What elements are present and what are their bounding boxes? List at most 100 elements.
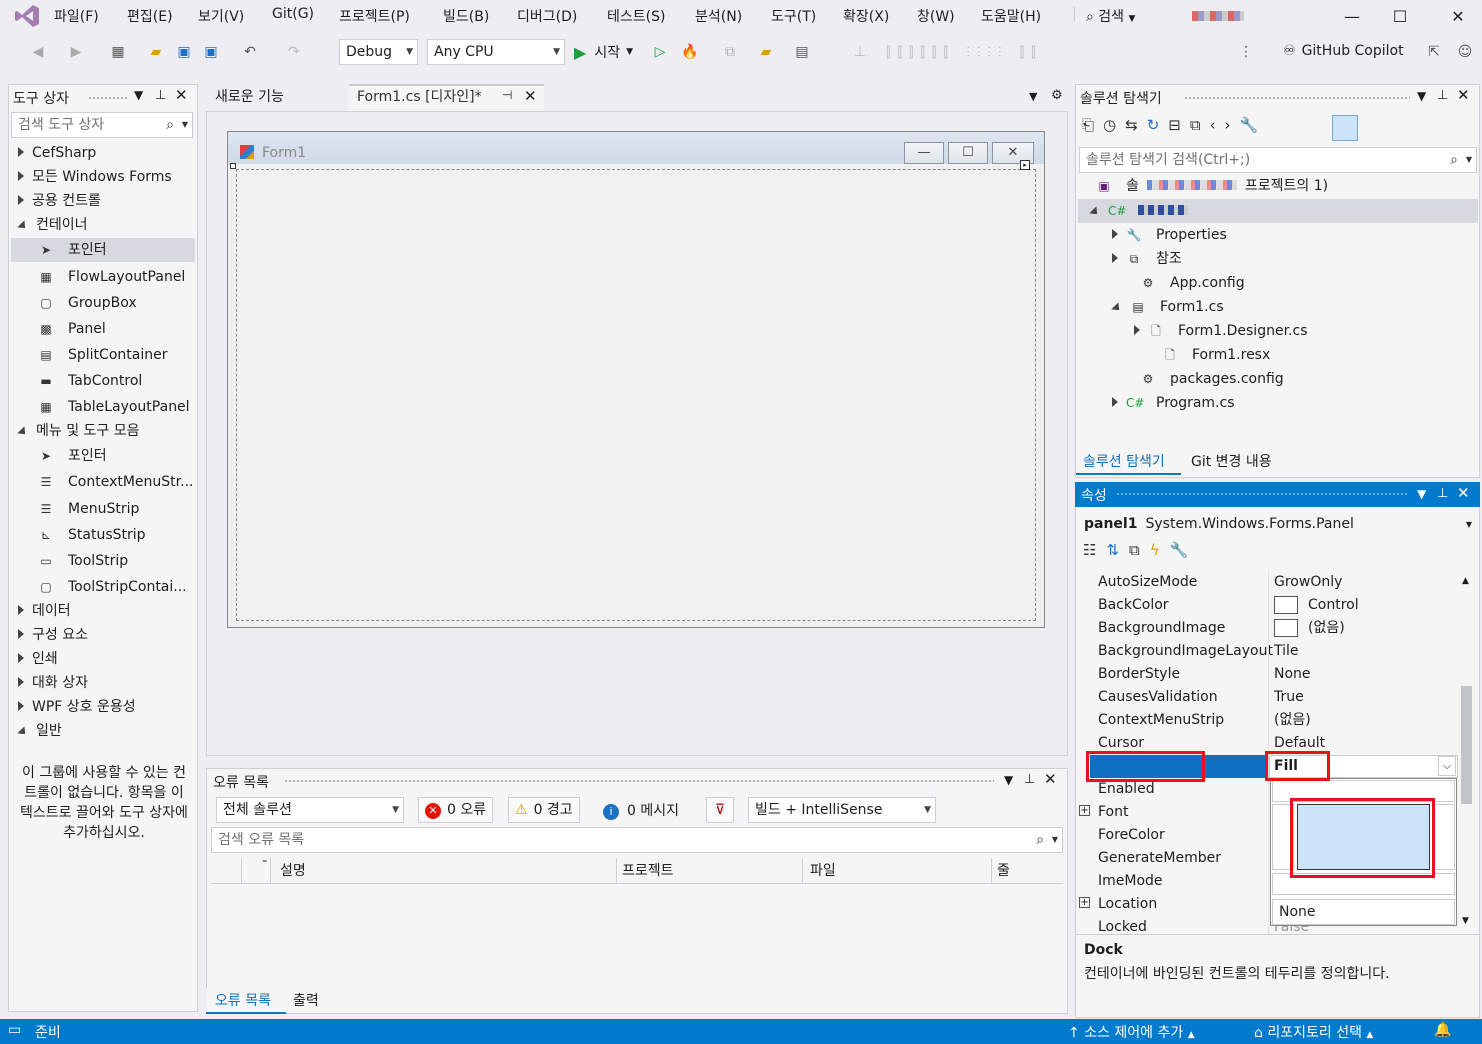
menu-extensions[interactable]: 확장(X): [843, 6, 889, 26]
property-value[interactable]: (없음): [1274, 709, 1311, 732]
gear-icon[interactable]: ⚙: [1051, 88, 1063, 103]
minimize-button[interactable]: —: [1332, 4, 1372, 30]
toolbox-item-flowlayoutpanel[interactable]: ▦ FlowLayoutPanel: [38, 265, 185, 289]
property-value[interactable]: None: [1274, 663, 1311, 686]
menu-window[interactable]: 창(W): [917, 6, 955, 26]
new-project-icon[interactable]: ▦: [108, 42, 128, 62]
tab-list-dropdown-icon[interactable]: ▼: [1029, 90, 1037, 103]
close-icon[interactable]: ✕: [175, 86, 188, 104]
window-layout-icon[interactable]: ⧉: [720, 42, 740, 62]
toolbox-group-components[interactable]: 구성 요소: [18, 623, 88, 647]
property-value[interactable]: Tile: [1274, 640, 1299, 663]
messages-filter-toggle[interactable]: i 0 메시지: [603, 800, 679, 820]
tab-whats-new[interactable]: 새로운 기능: [215, 86, 284, 110]
menu-view[interactable]: 보기(V): [198, 6, 244, 26]
solution-config-icon[interactable]: ▤: [792, 42, 812, 62]
menu-file[interactable]: 파일(F): [54, 6, 99, 26]
pin-icon[interactable]: ⊥: [155, 88, 166, 103]
back-icon[interactable]: ◀: [28, 42, 48, 62]
dock-dropdown-button[interactable]: ⌵: [1438, 756, 1456, 776]
close-window-button[interactable]: ✕: [1438, 4, 1478, 30]
toolbox-group-printing[interactable]: 인쇄: [18, 647, 58, 671]
dock-right-button[interactable]: [1433, 804, 1455, 870]
toolbox-group-containers[interactable]: 컨테이너: [17, 213, 88, 237]
history-icon[interactable]: ◷: [1103, 116, 1125, 134]
filter-button[interactable]: ⊽: [706, 797, 734, 823]
browse-folder-icon[interactable]: ▰: [756, 42, 776, 62]
form1-window[interactable]: Form1 — ☐ ✕ ▸: [227, 131, 1045, 628]
forward-icon[interactable]: ▶: [66, 42, 86, 62]
menu-edit[interactable]: 편집(E): [127, 6, 173, 26]
property-pages-wrench-icon[interactable]: 🔧: [1170, 541, 1199, 559]
warnings-filter-toggle[interactable]: ⚠ 0 경고: [508, 797, 580, 823]
column-project[interactable]: 프로젝트: [622, 858, 674, 884]
toolbox-item-tabcontrol[interactable]: ▬ TabControl: [38, 369, 142, 393]
error-search-input[interactable]: 검색 오류 목록 ⌕ ▼: [211, 827, 1063, 853]
expand-icon[interactable]: +: [1079, 805, 1090, 816]
property-value[interactable]: Fill: [1274, 755, 1298, 778]
program-cs-node[interactable]: C# Program.cs: [1112, 391, 1235, 415]
property-name[interactable]: ContextMenuStrip: [1098, 709, 1224, 732]
property-name[interactable]: BackColor: [1098, 594, 1169, 617]
menu-help[interactable]: 도움말(H): [981, 6, 1041, 26]
menu-analyze[interactable]: 분석(N): [695, 6, 742, 26]
form-minimize-button[interactable]: —: [904, 142, 944, 164]
property-name[interactable]: GenerateMember: [1098, 847, 1221, 870]
events-icon[interactable]: ϟ: [1150, 541, 1170, 559]
select-repository-button[interactable]: ⌂ 리포지토리 선택 ▲: [1254, 1022, 1373, 1042]
column-file[interactable]: 파일: [810, 858, 836, 884]
toolbox-item-statusstrip[interactable]: ⊾ StatusStrip: [38, 523, 146, 547]
preview-selected-toggle[interactable]: [1332, 115, 1358, 141]
pin-icon[interactable]: ⊥: [1437, 88, 1448, 103]
object-selector[interactable]: panel1 System.Windows.Forms.Panel ▼: [1084, 514, 1476, 534]
menu-git[interactable]: Git(G): [272, 6, 314, 22]
smart-tag-glyph-icon[interactable]: ▸: [1020, 160, 1030, 170]
build-source-select[interactable]: 빌드 + IntelliSense ▼: [748, 797, 936, 823]
property-value[interactable]: (없음): [1274, 617, 1345, 640]
toolbox-item-toolstrip[interactable]: ▭ ToolStrip: [38, 549, 128, 573]
toolbox-group-all-winforms[interactable]: 모든 Windows Forms: [18, 165, 172, 189]
app-config-node[interactable]: ⚙ App.config: [1140, 271, 1245, 295]
menu-test[interactable]: 테스트(S): [607, 6, 665, 26]
solution-explorer-toolbar[interactable]: ⎗◷⇆↻⊟⧉‹›🔧: [1082, 116, 1267, 134]
close-icon[interactable]: ✕: [1044, 770, 1057, 788]
property-name[interactable]: ForeColor: [1098, 824, 1165, 847]
toolbox-item-tablelayoutpanel[interactable]: ▦ TableLayoutPanel: [38, 395, 189, 419]
references-node[interactable]: ⧉ 참조: [1112, 247, 1182, 271]
close-icon[interactable]: ✕: [1457, 484, 1470, 502]
toolbox-item-contextmenustrip[interactable]: ☰ ContextMenuStr...: [38, 470, 194, 494]
toolbox-item-splitcontainer[interactable]: ▤ SplitContainer: [38, 343, 167, 367]
property-name[interactable]: Font: [1098, 801, 1128, 824]
toolbox-item-toolstripcontainer[interactable]: ▢ ToolStripContai...: [38, 575, 186, 599]
form1-resx-node[interactable]: 🗋 Form1.resx: [1162, 343, 1270, 367]
form-maximize-button[interactable]: ☐: [948, 142, 988, 164]
menu-tools[interactable]: 도구(T): [771, 6, 816, 26]
undo-icon[interactable]: ↶: [240, 42, 260, 62]
add-to-source-control-button[interactable]: ↑ 소스 제어에 추가 ▲: [1068, 1022, 1195, 1042]
configuration-select[interactable]: Debug ▼: [339, 39, 418, 65]
toolbox-group-general[interactable]: 일반: [17, 719, 62, 743]
property-name[interactable]: AutoSizeMode: [1098, 571, 1197, 594]
alphabetical-icon[interactable]: ⇅: [1106, 541, 1129, 559]
save-icon[interactable]: ▣: [174, 42, 194, 62]
property-pages-icon[interactable]: ⧉: [1129, 541, 1150, 559]
solution-search-input[interactable]: 솔루션 탐색기 검색(Ctrl+;) ⌕ ▼: [1079, 147, 1477, 173]
property-name[interactable]: BackgroundImageLayout: [1098, 640, 1273, 663]
sync-icon[interactable]: ⇆: [1125, 116, 1147, 134]
dock-none-button[interactable]: None: [1272, 899, 1455, 925]
start-without-debug-icon[interactable]: ▷: [650, 42, 670, 62]
layout-tools-icons[interactable]: ⫿⫿⫿⫿⫿⫿ ⫶⫶⫶⫶ ⫿⫿: [886, 45, 1043, 61]
pane-menu-icon[interactable]: ▼: [134, 88, 143, 102]
form1-designer-node[interactable]: 🗋 Form1.Designer.cs: [1134, 319, 1308, 343]
toolbox-group-menus[interactable]: 메뉴 및 도구 모음: [17, 419, 140, 443]
scroll-up-icon[interactable]: ▲: [1462, 576, 1469, 586]
tab-form1-design[interactable]: Form1.cs [디자인]*: [357, 86, 482, 110]
toolbox-item-menustrip[interactable]: ☰ MenuStrip: [38, 497, 140, 521]
tab-output[interactable]: 출력: [293, 990, 319, 1010]
pin-icon[interactable]: ⊥: [1024, 772, 1035, 787]
toolbox-item-groupbox[interactable]: ▢ GroupBox: [38, 291, 136, 315]
properties-toolbar[interactable]: ☷⇅⧉ϟ🔧: [1083, 541, 1198, 559]
tab-solution-explorer[interactable]: 솔루션 탐색기: [1083, 451, 1165, 471]
switch-views-icon[interactable]: ⎗: [1082, 116, 1103, 134]
search-menu[interactable]: ⌕ 검색 ▼: [1086, 6, 1135, 26]
